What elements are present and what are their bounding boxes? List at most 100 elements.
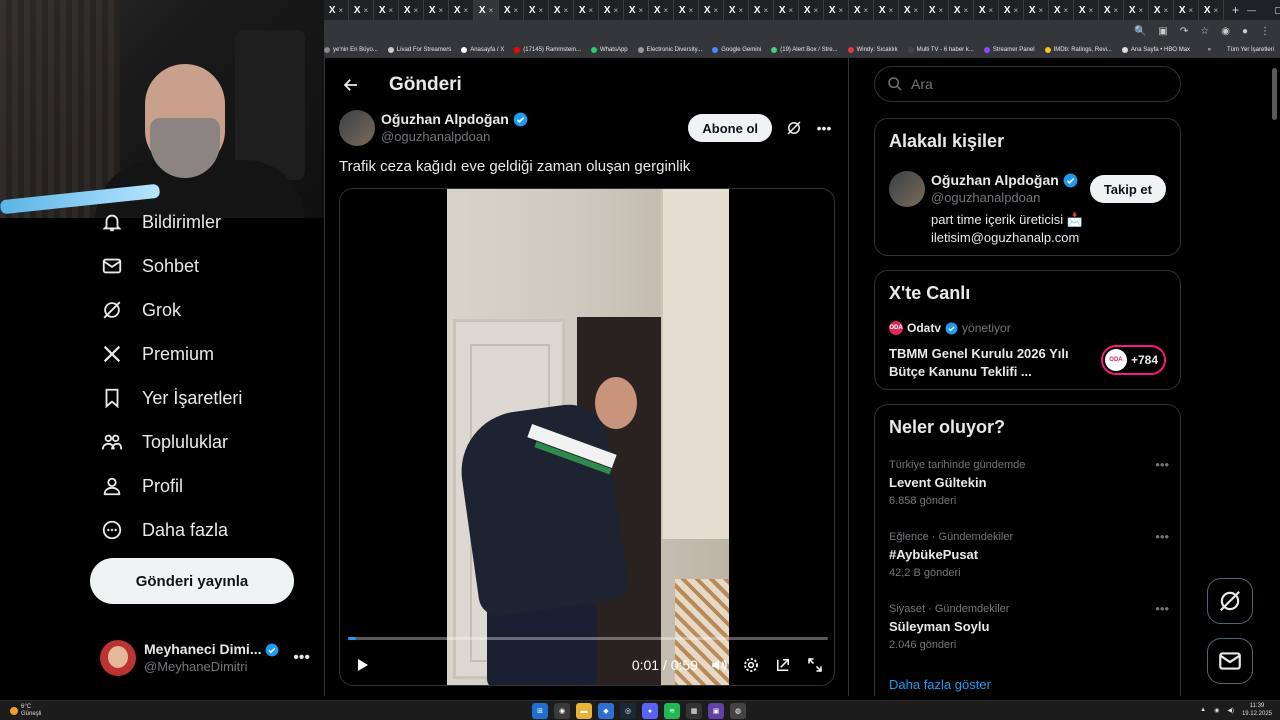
browser-tab[interactable]: X ×: [1024, 0, 1049, 20]
play-icon[interactable]: [350, 653, 374, 677]
twitch-icon[interactable]: ▣: [708, 703, 724, 719]
tab-close-icon[interactable]: ×: [1189, 6, 1194, 15]
trend-more-icon[interactable]: •••: [1155, 529, 1169, 544]
nav-item-bildirimler[interactable]: Bildirimler: [100, 202, 221, 242]
bookmark-item[interactable]: Streamer Panel: [983, 46, 1035, 53]
browser-tab[interactable]: X ×: [624, 0, 649, 20]
browser-tab[interactable]: X ×: [949, 0, 974, 20]
tab-close-icon[interactable]: ×: [464, 6, 469, 15]
related-person-handle[interactable]: @oguzhanalpdoan: [931, 189, 1083, 207]
follow-button[interactable]: Takip et: [1089, 175, 1166, 203]
browser-tab[interactable]: X ×: [649, 0, 674, 20]
browser-tab[interactable]: X ×: [374, 0, 399, 20]
bookmark-item[interactable]: Ana Sayfa • HBO Max: [1121, 46, 1190, 53]
browser-tab[interactable]: X ×: [474, 0, 499, 20]
browser-tab[interactable]: X ×: [1124, 0, 1149, 20]
start-icon[interactable]: ⊞: [532, 703, 548, 719]
bookmark-item[interactable]: Livad For Streamers: [387, 46, 451, 53]
tab-close-icon[interactable]: ×: [1039, 6, 1044, 15]
zoom-icon[interactable]: 🔍: [1134, 26, 1146, 37]
tab-close-icon[interactable]: ×: [789, 6, 794, 15]
trend-more-icon[interactable]: •••: [1155, 457, 1169, 472]
new-tab-button[interactable]: +: [1224, 3, 1247, 17]
browser-tab[interactable]: X ×: [774, 0, 799, 20]
tab-close-icon[interactable]: ×: [339, 6, 344, 15]
browser-tab[interactable]: X ×: [1099, 0, 1124, 20]
bookmark-item[interactable]: Anasayfa / X: [461, 46, 504, 53]
more-icon[interactable]: •••: [293, 649, 310, 667]
weather-widget[interactable]: 6°C Güneşli: [10, 704, 41, 718]
tab-close-icon[interactable]: ×: [614, 6, 619, 15]
tab-close-icon[interactable]: ×: [689, 6, 694, 15]
tab-close-icon[interactable]: ×: [539, 6, 544, 15]
tab-close-icon[interactable]: ×: [414, 6, 419, 15]
tab-close-icon[interactable]: ×: [1064, 6, 1069, 15]
minimize-icon[interactable]: —: [1247, 5, 1256, 16]
messages-fab[interactable]: [1207, 638, 1253, 684]
browser-tab[interactable]: X ×: [999, 0, 1024, 20]
post-more-icon[interactable]: •••: [812, 120, 836, 136]
avatar[interactable]: [889, 171, 925, 207]
trend-item[interactable]: Siyaset · Gündemdekiler Süleyman Soylu 2.0…: [889, 601, 1169, 653]
app-icon[interactable]: ▦: [686, 703, 702, 719]
tab-close-icon[interactable]: ×: [1164, 6, 1169, 15]
tab-close-icon[interactable]: ×: [814, 6, 819, 15]
tab-close-icon[interactable]: ×: [1139, 6, 1144, 15]
tab-close-icon[interactable]: ×: [989, 6, 994, 15]
nav-item-daha-fazla[interactable]: Daha fazla: [100, 510, 228, 550]
star-icon[interactable]: ☆: [1200, 26, 1209, 37]
browser-tab[interactable]: X ×: [399, 0, 424, 20]
nav-item-sohbet[interactable]: Sohbet: [100, 246, 199, 286]
bookmark-item[interactable]: Windy: Sıcaklık: [847, 46, 898, 53]
settings-gear-icon[interactable]: [740, 654, 762, 676]
tab-close-icon[interactable]: ×: [1089, 6, 1094, 15]
bookmark-item[interactable]: Google Gemini: [712, 46, 761, 53]
live-listeners-pill[interactable]: ODA +784: [1100, 345, 1166, 375]
browser-tab[interactable]: X ×: [749, 0, 774, 20]
browser-tab[interactable]: X ×: [424, 0, 449, 20]
trend-item[interactable]: Eğlence · Gündemdekiler #AybükePusat 42,2 …: [889, 529, 1169, 581]
bookmark-item[interactable]: Electronic Diversity...: [637, 46, 702, 53]
browser-tab[interactable]: X ×: [1074, 0, 1099, 20]
browser-menu-icon[interactable]: ⋮: [1260, 26, 1270, 37]
tab-close-icon[interactable]: ×: [1114, 6, 1119, 15]
tab-close-icon[interactable]: ×: [889, 6, 894, 15]
bookmark-item[interactable]: IMDb: Ratings, Revi...: [1044, 46, 1112, 53]
browser-tab[interactable]: X ×: [799, 0, 824, 20]
tab-close-icon[interactable]: ×: [714, 6, 719, 15]
tab-close-icon[interactable]: ×: [439, 6, 444, 15]
tab-close-icon[interactable]: ×: [739, 6, 744, 15]
browser-tab[interactable]: X ×: [849, 0, 874, 20]
bookmark-item[interactable]: WhatsApp: [590, 46, 628, 53]
account-switcher[interactable]: Meyhaneci Dimi... @MeyhaneDimitri •••: [100, 636, 310, 680]
profile-icon[interactable]: ●: [1242, 26, 1248, 37]
extension-icon[interactable]: ◉: [1221, 26, 1230, 37]
tab-close-icon[interactable]: ×: [864, 6, 869, 15]
browser-tab[interactable]: X ×: [699, 0, 724, 20]
fullscreen-icon[interactable]: [804, 654, 826, 676]
browser-tab[interactable]: X ×: [1049, 0, 1074, 20]
tab-close-icon[interactable]: ×: [664, 6, 669, 15]
tab-close-icon[interactable]: ×: [964, 6, 969, 15]
volume-icon[interactable]: [708, 654, 730, 676]
live-event-title[interactable]: TBMM Genel Kurulu 2026 Yılı Bütçe Kanunu…: [889, 345, 1099, 381]
spotify-icon[interactable]: ≋: [664, 703, 680, 719]
tab-close-icon[interactable]: ×: [1014, 6, 1019, 15]
tab-close-icon[interactable]: ×: [589, 6, 594, 15]
app-icon[interactable]: ◆: [598, 703, 614, 719]
author-avatar[interactable]: [339, 110, 375, 146]
tab-close-icon[interactable]: ×: [839, 6, 844, 15]
browser-tab[interactable]: X ×: [524, 0, 549, 20]
browser-tab[interactable]: X ×: [1149, 0, 1174, 20]
browser-tab[interactable]: X ×: [899, 0, 924, 20]
back-arrow-icon[interactable]: [337, 71, 365, 99]
cast-icon[interactable]: ▣: [1158, 26, 1167, 37]
browser-tab[interactable]: X ×: [1199, 0, 1224, 20]
share-icon[interactable]: ↷: [1180, 26, 1188, 37]
bookmarks-overflow-icon[interactable]: »: [1208, 47, 1217, 53]
tab-close-icon[interactable]: ×: [564, 6, 569, 15]
nav-item-yer-i̇şaretleri[interactable]: Yer İşaretleri: [100, 378, 242, 418]
browser-tab[interactable]: X ×: [1174, 0, 1199, 20]
trend-more-icon[interactable]: •••: [1155, 601, 1169, 616]
browser-tab[interactable]: X ×: [924, 0, 949, 20]
